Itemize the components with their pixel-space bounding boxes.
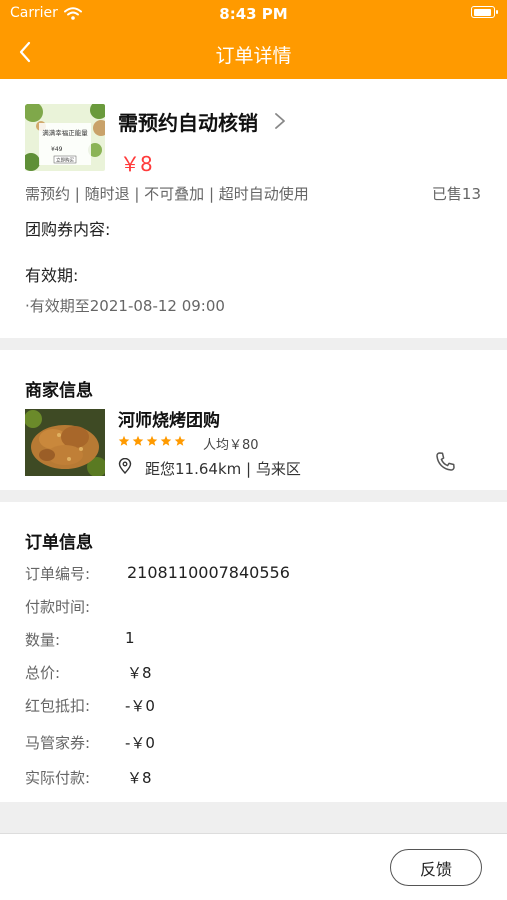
status-bar: Carrier 8:43 PM: [0, 0, 507, 28]
product-price: ￥8: [120, 152, 153, 176]
battery-icon: [471, 6, 498, 18]
merchant-card: 商家信息 河师烧烤团购 人均￥80 距您11.64km | 乌来区: [0, 350, 507, 490]
actual-payment-value: ￥8: [127, 769, 152, 787]
thumb-price: ¥49: [51, 146, 63, 153]
header: Carrier 8:43 PM 订单详情: [0, 0, 507, 79]
quantity-label: 数量:: [25, 631, 61, 649]
star-icon: [118, 435, 130, 446]
product-thumbnail: 满满幸福正能量 ¥49 立即购买: [25, 104, 105, 171]
red-packet-deduction-label: 红包抵扣:: [25, 697, 91, 715]
footer-bar: 反馈: [0, 833, 507, 900]
page-title: 订单详情: [215, 45, 292, 67]
phone-icon[interactable]: [433, 450, 457, 474]
total-price-value: ￥8: [127, 664, 152, 682]
payment-time-label: 付款时间:: [25, 598, 91, 616]
merchant-image[interactable]: [25, 409, 105, 476]
star-icon: [174, 435, 186, 446]
sold-count: 已售13: [431, 185, 481, 203]
order-info-card: 订单信息 订单编号: 2108110007840556 付款时间: 数量: 1 …: [0, 502, 507, 802]
quantity-value: 1: [125, 629, 135, 647]
order-section-title: 订单信息: [25, 533, 93, 553]
housekeeper-coupon-label: 马管家券:: [25, 734, 91, 752]
red-packet-deduction-value: -￥0: [125, 697, 155, 715]
feedback-button[interactable]: 反馈: [390, 849, 482, 886]
thumb-line1: 满满幸福正能量: [42, 128, 88, 137]
thumb-button: 立即购买: [56, 157, 74, 164]
rating-stars: [118, 435, 186, 447]
chevron-right-icon[interactable]: [274, 112, 286, 130]
actual-payment-label: 实际付款:: [25, 769, 91, 787]
order-number-value: 2108110007840556: [127, 563, 290, 582]
merchant-location: 距您11.64km | 乌来区: [145, 460, 301, 478]
merchant-name[interactable]: 河师烧烤团购: [118, 406, 220, 431]
status-time: 8:43 PM: [219, 5, 288, 23]
location-pin-icon: [118, 458, 132, 474]
star-icon: [160, 435, 172, 446]
housekeeper-coupon-value: -￥0: [125, 734, 155, 752]
merchant-section-title: 商家信息: [25, 381, 93, 401]
product-tags: 需预约 | 随时退 | 不可叠加 | 超时自动使用: [25, 185, 309, 203]
star-icon: [132, 435, 144, 446]
order-number-label: 订单编号:: [25, 565, 91, 583]
validity-value: ·有效期至2021-08-12 09:00: [25, 297, 225, 315]
validity-label: 有效期:: [25, 266, 79, 285]
star-icon: [146, 435, 158, 446]
product-card: 满满幸福正能量 ¥49 立即购买 需预约自动核销 ￥8 需预约 | 随时退 | …: [0, 79, 507, 338]
total-price-label: 总价:: [25, 664, 61, 682]
product-name[interactable]: 需预约自动核销: [118, 107, 258, 136]
voucher-content-label: 团购券内容:: [25, 220, 111, 239]
average-price: 人均￥80: [203, 438, 259, 453]
